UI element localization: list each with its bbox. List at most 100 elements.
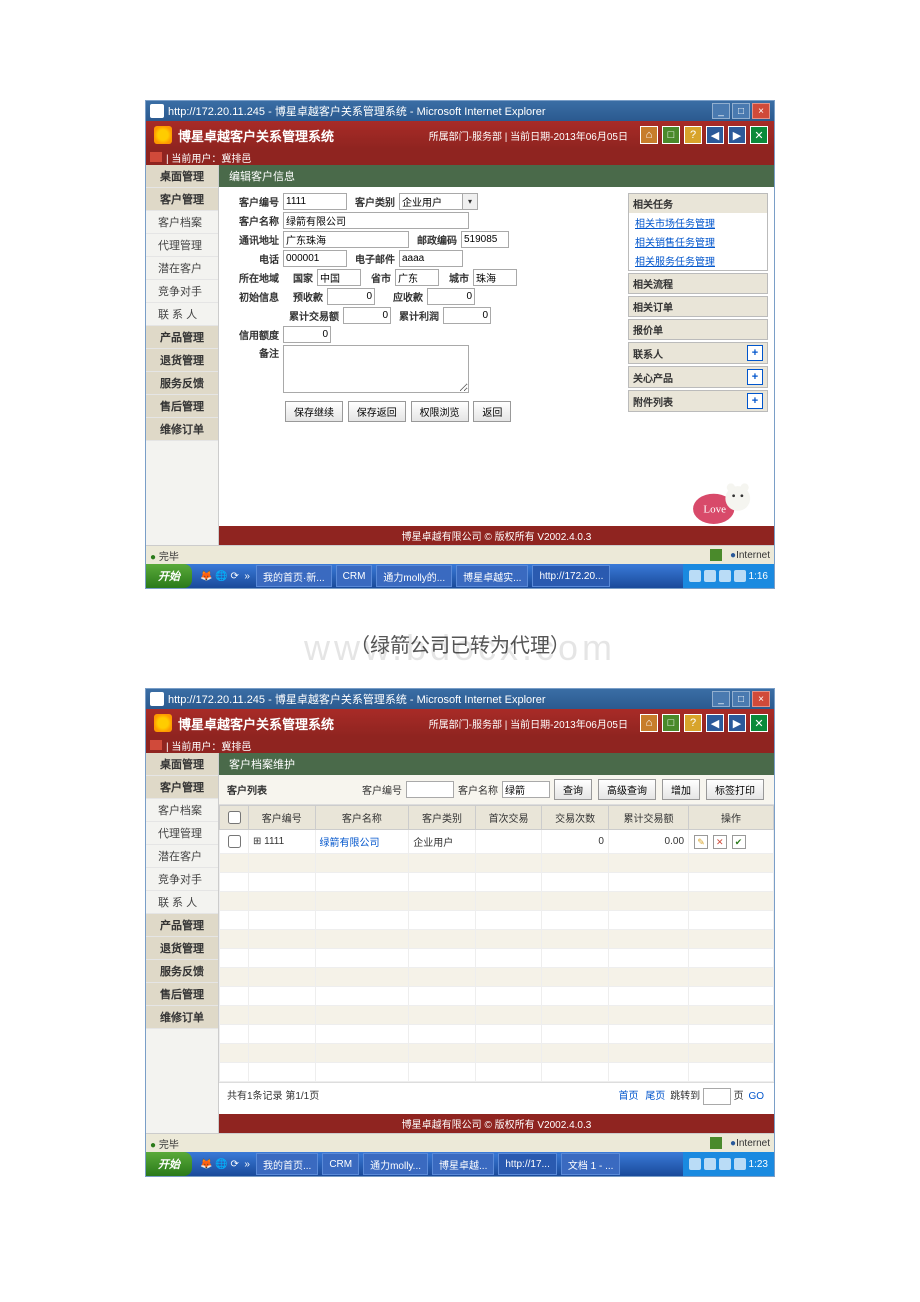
profit-input[interactable] [443, 307, 491, 324]
code-input[interactable] [283, 193, 347, 210]
save-continue-button[interactable]: 保存继续 [285, 401, 343, 422]
related-service-link[interactable]: 相关服务任务管理 [629, 251, 767, 270]
taskbar-app-4[interactable]: 博星卓越实... [456, 565, 528, 587]
add-contact-icon[interactable]: + [747, 345, 763, 361]
return-button[interactable]: 返回 [473, 401, 511, 422]
row-name-link[interactable]: 绿箭有限公司 [315, 830, 409, 854]
refresh-icon[interactable]: □ [662, 126, 680, 144]
tray-icon[interactable] [719, 1158, 731, 1170]
credit-input[interactable] [283, 326, 331, 343]
sidebar-item-contact[interactable]: 联 系 人 [146, 891, 218, 914]
help-icon[interactable]: ? [684, 126, 702, 144]
pager-last[interactable]: 尾页 [645, 1091, 665, 1102]
start-button[interactable]: 开始 [146, 1152, 192, 1176]
exit-icon[interactable]: ✕ [750, 126, 768, 144]
sidebar-item-profile[interactable]: 客户档案 [146, 799, 218, 822]
taskbar-app-3[interactable]: 通力molly... [363, 1153, 428, 1175]
home-icon[interactable]: ⌂ [640, 126, 658, 144]
taskbar-app-5[interactable]: http://17... [498, 1153, 556, 1175]
city-input[interactable] [473, 269, 517, 286]
sidebar-item-competitor[interactable]: 竞争对手 [146, 280, 218, 303]
country-input[interactable] [317, 269, 361, 286]
pre-input[interactable] [327, 288, 375, 305]
back-icon[interactable]: ◀ [706, 126, 724, 144]
sidebar-item-agent[interactable]: 代理管理 [146, 822, 218, 845]
forward-icon[interactable]: ▶ [728, 126, 746, 144]
sidebar-item-product[interactable]: 产品管理 [146, 914, 218, 937]
sidebar-item-repair[interactable]: 维修订单 [146, 418, 218, 441]
sidebar-item-contact[interactable]: 联 系 人 [146, 303, 218, 326]
sidebar-item-potential[interactable]: 潜在客户 [146, 257, 218, 280]
taskbar-app-4[interactable]: 博星卓越... [432, 1153, 494, 1175]
query-button[interactable]: 查询 [554, 779, 592, 800]
sidebar-item-aftersale[interactable]: 售后管理 [146, 395, 218, 418]
forward-icon[interactable]: ▶ [728, 714, 746, 732]
tray-icon[interactable] [734, 570, 746, 582]
view-icon[interactable]: ✔ [732, 835, 746, 849]
exit-icon[interactable]: ✕ [750, 714, 768, 732]
pager-first[interactable]: 首页 [619, 1091, 639, 1102]
sidebar-item-feedback[interactable]: 服务反馈 [146, 960, 218, 983]
pager-go[interactable]: GO [748, 1091, 764, 1102]
perm-browse-button[interactable]: 权限浏览 [411, 401, 469, 422]
type-input[interactable] [399, 193, 463, 210]
adv-query-button[interactable]: 高级查询 [598, 779, 656, 800]
taskbar-app-1[interactable]: 我的首页·新... [256, 565, 332, 587]
delete-icon[interactable]: ✕ [713, 835, 727, 849]
sidebar-item-profile[interactable]: 客户档案 [146, 211, 218, 234]
save-return-button[interactable]: 保存返回 [348, 401, 406, 422]
print-button[interactable]: 标签打印 [706, 779, 764, 800]
taskbar-app-5[interactable]: http://172.20... [532, 565, 610, 587]
minimize-button[interactable]: _ [712, 103, 730, 119]
taskbar-app-6[interactable]: 文档 1 - ... [561, 1153, 621, 1175]
sidebar-item-customer[interactable]: 客户管理 [146, 776, 218, 799]
tray-icon[interactable] [719, 570, 731, 582]
related-sales-link[interactable]: 相关销售任务管理 [629, 232, 767, 251]
tray-icon[interactable] [689, 570, 701, 582]
maximize-button[interactable]: □ [732, 103, 750, 119]
home-icon[interactable]: ⌂ [640, 714, 658, 732]
sidebar-item-desktop[interactable]: 桌面管理 [146, 753, 218, 776]
post-input[interactable] [461, 231, 509, 248]
taskbar-app-2[interactable]: CRM [336, 565, 373, 587]
close-button[interactable]: × [752, 691, 770, 707]
filter-code-input[interactable] [406, 781, 454, 798]
email-input[interactable] [399, 250, 463, 267]
sidebar-item-aftersale[interactable]: 售后管理 [146, 983, 218, 1006]
start-button[interactable]: 开始 [146, 564, 192, 588]
tel-input[interactable] [283, 250, 347, 267]
tray-icon[interactable] [734, 1158, 746, 1170]
related-market-link[interactable]: 相关市场任务管理 [629, 213, 767, 232]
table-row[interactable]: ⊞ 1111 绿箭有限公司 企业用户 0 0.00 ✎ ✕ ✔ [220, 830, 774, 854]
help-icon[interactable]: ? [684, 714, 702, 732]
remark-input[interactable] [283, 345, 469, 393]
tot-input[interactable] [343, 307, 391, 324]
sidebar-item-repair[interactable]: 维修订单 [146, 1006, 218, 1029]
back-icon[interactable]: ◀ [706, 714, 724, 732]
taskbar-app-3[interactable]: 通力molly的... [376, 565, 452, 587]
sidebar-item-feedback[interactable]: 服务反馈 [146, 372, 218, 395]
sidebar-item-return[interactable]: 退货管理 [146, 937, 218, 960]
due-input[interactable] [427, 288, 475, 305]
add-button[interactable]: 增加 [662, 779, 700, 800]
add-attach-icon[interactable]: + [747, 393, 763, 409]
taskbar-app-1[interactable]: 我的首页... [256, 1153, 318, 1175]
minimize-button[interactable]: _ [712, 691, 730, 707]
sidebar-item-customer[interactable]: 客户管理 [146, 188, 218, 211]
filter-name-input[interactable] [502, 781, 550, 798]
close-button[interactable]: × [752, 103, 770, 119]
prov-input[interactable] [395, 269, 439, 286]
name-input[interactable] [283, 212, 469, 229]
tray-icon[interactable] [704, 570, 716, 582]
sidebar-item-desktop[interactable]: 桌面管理 [146, 165, 218, 188]
type-dropdown-icon[interactable]: ▾ [463, 193, 478, 210]
select-all-checkbox[interactable] [228, 811, 241, 824]
add-product-icon[interactable]: + [747, 369, 763, 385]
tray-icon[interactable] [704, 1158, 716, 1170]
sidebar-item-return[interactable]: 退货管理 [146, 349, 218, 372]
pager-page-input[interactable] [703, 1088, 731, 1105]
row-checkbox[interactable] [228, 835, 241, 848]
sidebar-item-potential[interactable]: 潜在客户 [146, 845, 218, 868]
edit-icon[interactable]: ✎ [694, 835, 708, 849]
refresh-icon[interactable]: □ [662, 714, 680, 732]
